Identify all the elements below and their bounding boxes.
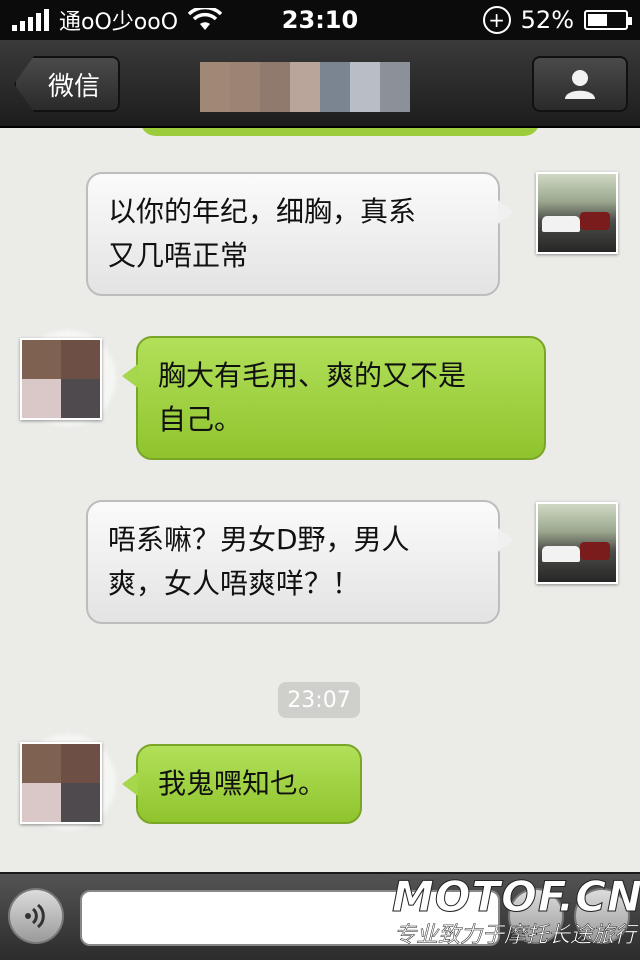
message-bubble[interactable]: 唔系嘛？男女D野，男人 爽，女人唔爽咩？！ xyxy=(86,500,514,624)
battery-icon xyxy=(584,10,632,30)
blur-pixel xyxy=(230,62,260,112)
previous-message-bubble-edge xyxy=(140,128,540,136)
avatar-pixel xyxy=(61,379,100,418)
signal-strength-icon xyxy=(12,9,49,31)
person-icon xyxy=(565,70,595,99)
blur-pixel xyxy=(260,62,290,112)
status-bar: 通oO少ooO 23:10 + 52% xyxy=(0,0,640,40)
contact-name-blurred xyxy=(200,62,410,112)
back-button[interactable]: 微信 xyxy=(14,56,120,112)
message-line: 唔系嘛？男女D野，男人 xyxy=(108,523,410,556)
car-shape xyxy=(580,212,610,230)
avatar-pixel xyxy=(22,744,61,783)
contact-avatar[interactable] xyxy=(20,742,102,824)
avatar-pixel xyxy=(61,340,100,379)
wifi-icon xyxy=(188,8,223,30)
contact-avatar[interactable] xyxy=(20,338,102,420)
status-left: 通oO少ooO xyxy=(12,4,223,36)
my-avatar[interactable] xyxy=(536,502,618,584)
message-bubble[interactable]: 胸大有毛用、爽的又不是 自己。 xyxy=(122,336,546,460)
status-right: + 52% xyxy=(482,6,632,34)
input-bar: MOTOF.CN 专业致力于摩托长途旅行 xyxy=(0,872,640,960)
contact-profile-button[interactable] xyxy=(532,56,628,112)
message-bubble[interactable]: 我鬼嘿知乜。 xyxy=(122,744,362,824)
avatar-pixel xyxy=(22,783,61,822)
message-input[interactable] xyxy=(80,890,500,946)
blur-pixel xyxy=(200,62,230,112)
bubble-tail xyxy=(122,364,138,388)
message-line: 自己。 xyxy=(158,403,243,436)
chat-area: 以你的年纪，细胸，真系 又几唔正常 胸大有毛用、爽的又不是 自己。 唔系嘛？男女… xyxy=(0,128,640,872)
bubble-tail xyxy=(122,772,138,796)
message-line: 爽，女人唔爽咩？！ xyxy=(108,567,361,600)
voice-input-button[interactable] xyxy=(8,888,64,944)
message-line: 又几唔正常 xyxy=(108,239,249,272)
bubble-tail xyxy=(498,200,514,224)
message-line: 胸大有毛用、爽的又不是 xyxy=(158,359,467,392)
bubble-tail xyxy=(498,528,514,552)
blur-pixel xyxy=(380,62,410,112)
avatar-pixel xyxy=(61,744,100,783)
blur-pixel xyxy=(290,62,320,112)
message-line: 我鬼嘿知乜。 xyxy=(158,767,327,800)
battery-fill xyxy=(588,14,607,26)
blur-pixel xyxy=(320,62,350,112)
timestamp-badge: 23:07 xyxy=(278,682,360,718)
car-shape xyxy=(542,216,580,232)
blur-pixel xyxy=(350,62,380,112)
avatar-pixel xyxy=(22,379,61,418)
message-line: 以你的年纪，细胸，真系 xyxy=(108,195,417,228)
rotation-lock-icon: + xyxy=(482,6,511,34)
avatar-pixel xyxy=(22,340,61,379)
avatar-pixel xyxy=(61,783,100,822)
more-options-button[interactable] xyxy=(574,888,630,944)
carrier-name: 通oO少ooO xyxy=(59,10,179,35)
emoji-button[interactable] xyxy=(508,888,564,944)
car-shape xyxy=(580,542,610,560)
car-shape xyxy=(542,546,580,562)
voice-icon xyxy=(25,903,45,929)
battery-percent: 52% xyxy=(520,6,574,34)
nav-bar: 微信 xyxy=(0,40,640,128)
message-bubble[interactable]: 以你的年纪，细胸，真系 又几唔正常 xyxy=(86,172,514,296)
my-avatar[interactable] xyxy=(536,172,618,254)
